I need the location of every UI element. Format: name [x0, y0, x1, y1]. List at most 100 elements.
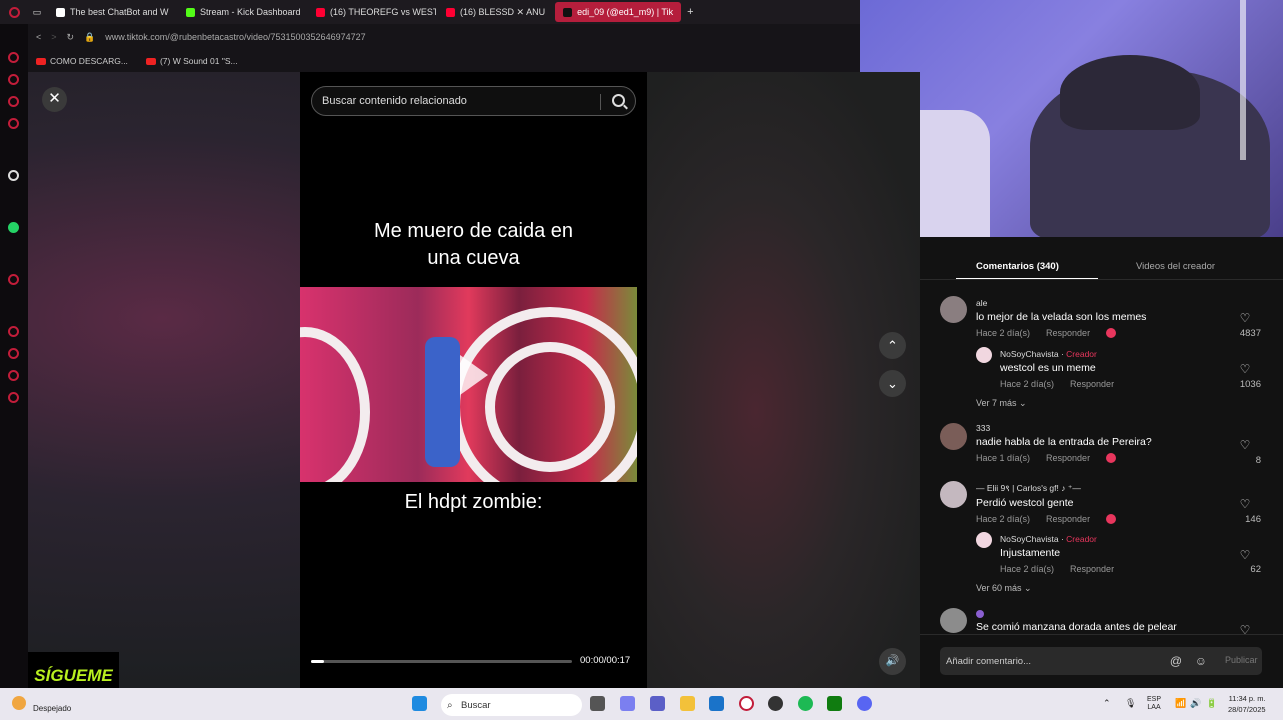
comment-username[interactable]: NoSoyChavista	[1000, 534, 1059, 544]
like-heart-icon[interactable]: ♡	[1239, 311, 1251, 325]
reply-button[interactable]: Responder	[1046, 514, 1090, 524]
like-heart-icon[interactable]: ♡	[1239, 548, 1251, 562]
weather-icon[interactable]	[12, 696, 26, 710]
comment-username[interactable]: NoSoyChavista	[1000, 349, 1059, 359]
bookmark-item[interactable]: (7) W Sound 01 "S...	[145, 56, 238, 66]
battery-icon[interactable]: 🔋	[1206, 698, 1217, 709]
sidebar-icon[interactable]	[8, 274, 19, 285]
like-heart-icon[interactable]: ♡	[1239, 438, 1251, 452]
comment-username[interactable]: — Elii 9९ | Carlos's gf! ♪ ⁺—	[976, 483, 1116, 494]
comment-username[interactable]	[976, 610, 1177, 618]
browser-tab-bar: ▭ The best ChatBot and W Stream - Kick D…	[0, 0, 860, 24]
reload-icon[interactable]: ↻	[67, 32, 75, 43]
settings-icon[interactable]	[8, 392, 19, 403]
folder-icon[interactable]	[680, 696, 695, 711]
view-more-replies[interactable]: Ver 7 más ⌄	[976, 398, 1027, 409]
like-heart-icon[interactable]: ♡	[1239, 362, 1251, 376]
tab-chatbot[interactable]: The best ChatBot and W	[48, 2, 176, 22]
bookmark-item[interactable]: COMO DESCARG...	[36, 56, 128, 66]
discord-icon[interactable]	[857, 696, 872, 711]
mention-icon[interactable]: @	[1170, 654, 1182, 668]
opera-logo-icon	[0, 6, 28, 18]
previous-video-button[interactable]: ⌃	[879, 332, 906, 359]
view-more-replies[interactable]: Ver 60 más ⌄	[976, 583, 1032, 594]
comment-text: Se comió manzana dorada antes de pelear	[976, 621, 1177, 633]
comment-item: — Elii 9९ | Carlos's gf! ♪ ⁺— Perdió wes…	[976, 483, 1117, 524]
vscode-icon[interactable]	[709, 696, 724, 711]
url-field[interactable]: www.tiktok.com/@rubenbetacastro/video/75…	[105, 32, 365, 42]
copilot-icon[interactable]	[620, 696, 635, 711]
comment-input[interactable]: Añadir comentario... @ ☺	[940, 647, 1262, 675]
next-video-button[interactable]: ⌄	[879, 370, 906, 397]
avatar[interactable]	[976, 347, 992, 363]
play-icon[interactable]	[460, 355, 488, 395]
xbox-icon[interactable]	[827, 696, 842, 711]
search-icon: ⌕	[447, 699, 453, 711]
volume-button[interactable]: 🔊	[879, 648, 906, 675]
tab-youtube-2[interactable]: (16) BLESSD ✕ ANU	[438, 2, 553, 22]
like-count: 1036	[1239, 379, 1261, 390]
clock-time: 11:34 p. m.	[1228, 694, 1266, 703]
avatar[interactable]	[976, 532, 992, 548]
teams-icon[interactable]	[650, 696, 665, 711]
clock[interactable]: 11:34 p. m. 28/07/2025	[1228, 693, 1266, 715]
progress-fill	[311, 660, 325, 663]
search-placeholder: Buscar contenido relacionado	[322, 95, 467, 107]
reply-button[interactable]: Responder	[1046, 328, 1090, 338]
opera-icon[interactable]	[739, 696, 754, 711]
wifi-icon[interactable]: 📶	[1175, 698, 1186, 709]
reply-button[interactable]: Responder	[1046, 453, 1090, 463]
tab-comments[interactable]: Comentarios (340)	[976, 261, 1059, 272]
tab-menu-icon[interactable]: ▭	[28, 7, 46, 18]
weather-text[interactable]: Despejado	[33, 704, 71, 713]
sidebar-icon[interactable]	[8, 326, 19, 337]
video-progress-bar[interactable]	[311, 660, 572, 663]
spotify-icon[interactable]	[798, 696, 813, 711]
view-more-label: Ver 60 más	[976, 583, 1022, 593]
emoji-icon[interactable]: ☺	[1195, 654, 1207, 668]
comment-text: lo mejor de la velada son los memes	[976, 311, 1147, 323]
comment-username[interactable]: 333	[976, 423, 1152, 433]
language-indicator[interactable]: ESP LAA	[1147, 696, 1161, 712]
publish-button[interactable]: Publicar	[1225, 655, 1258, 665]
microphone-icon[interactable]: 🎙	[1125, 698, 1136, 709]
tray-chevron-icon[interactable]: ⌃	[1103, 698, 1111, 709]
sidebar-icon[interactable]	[8, 52, 19, 63]
tab-creator-videos[interactable]: Videos del creador	[1136, 261, 1215, 272]
comment-text: westcol es un meme	[1000, 362, 1096, 374]
like-heart-icon[interactable]: ♡	[1239, 497, 1251, 511]
sidebar-icon[interactable]	[8, 170, 19, 181]
like-count: 146	[1245, 514, 1261, 525]
back-icon[interactable]: <	[36, 32, 41, 42]
sidebar-icon[interactable]	[8, 74, 19, 85]
new-tab-button[interactable]: +	[687, 6, 693, 18]
whatsapp-icon[interactable]	[8, 222, 19, 233]
reply-item: NoSoyChavista · Creador Injustamente Hac…	[1000, 534, 1115, 574]
sidebar-icon[interactable]	[8, 348, 19, 359]
avatar[interactable]	[940, 423, 967, 450]
tab-tiktok[interactable]: edi_09 (@ed1_m9) | Tik	[555, 2, 682, 22]
reply-button[interactable]: Responder	[1070, 564, 1114, 574]
comment-username[interactable]: ale	[976, 298, 1146, 308]
forward-icon[interactable]: >	[51, 32, 56, 42]
view-more-label: Ver 7 más	[976, 398, 1017, 408]
search-icon[interactable]	[612, 94, 625, 107]
volume-icon[interactable]: 🔊	[1190, 698, 1201, 709]
sidebar-icon[interactable]	[8, 96, 19, 107]
task-view-icon[interactable]	[590, 696, 605, 711]
obs-icon[interactable]	[768, 696, 783, 711]
related-search-input[interactable]: Buscar contenido relacionado	[311, 86, 636, 116]
avatar[interactable]	[940, 296, 967, 323]
sidebar-icon[interactable]	[8, 370, 19, 381]
avatar[interactable]	[940, 481, 967, 508]
sidebar-icon[interactable]	[8, 118, 19, 129]
reply-button[interactable]: Responder	[1070, 379, 1114, 389]
windows-icon[interactable]	[412, 696, 427, 711]
caption-line: una cueva	[427, 247, 520, 269]
tab-kick[interactable]: Stream - Kick Dashboard	[178, 2, 306, 22]
tab-youtube-1[interactable]: (16) THEOREFG vs WEST	[308, 2, 436, 22]
avatar[interactable]	[940, 608, 967, 633]
close-button[interactable]: ✕	[42, 87, 67, 112]
taskbar-search[interactable]: ⌕ Buscar	[441, 694, 582, 716]
lock-icon: 🔒	[84, 31, 96, 42]
